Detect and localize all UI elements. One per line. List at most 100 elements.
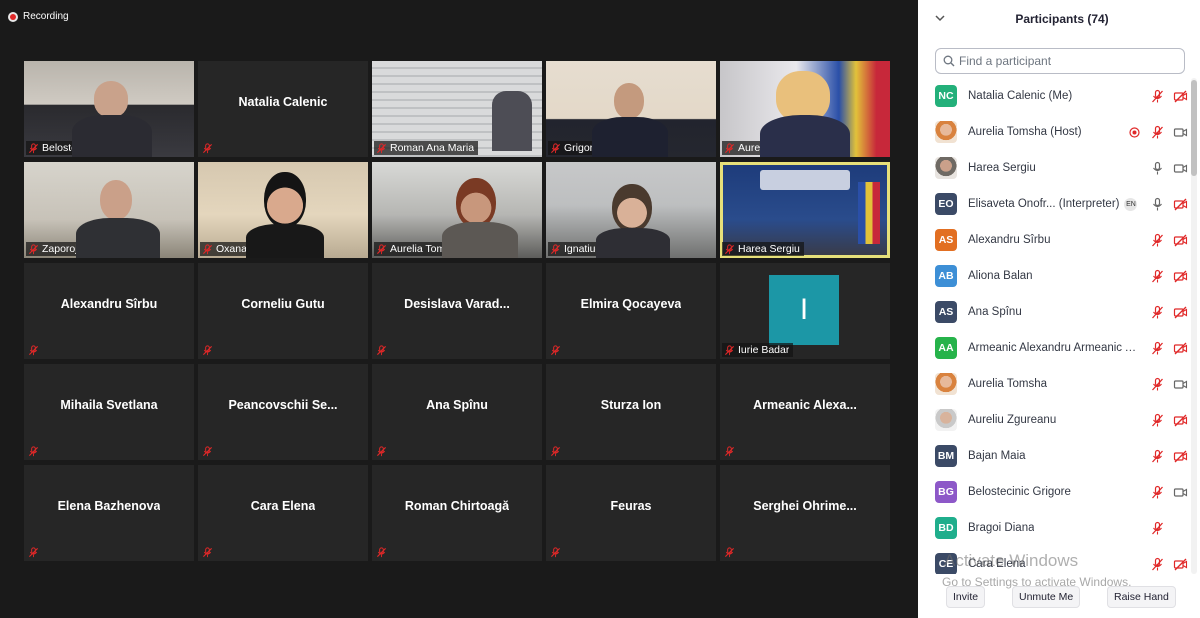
participant-row[interactable]: NC Natalia Calenic (Me)	[918, 78, 1188, 114]
participant-row[interactable]: EO Elisaveta Onofr... (Interpreter) EN	[918, 186, 1188, 222]
video-tile[interactable]: Sturza Ion	[546, 364, 716, 460]
recording-indicator[interactable]: Recording	[8, 11, 69, 22]
video-tile[interactable]: Elmira Qocayeva	[546, 263, 716, 359]
mic-muted-icon[interactable]	[1150, 269, 1165, 284]
video-tile[interactable]: Roman Ana Maria	[372, 61, 542, 157]
mic-muted-icon[interactable]	[1150, 305, 1165, 320]
mic-muted-icon[interactable]	[1150, 89, 1165, 104]
chevron-down-icon[interactable]	[934, 12, 946, 24]
scrollbar[interactable]	[1191, 78, 1197, 574]
video-off-icon[interactable]	[1173, 197, 1188, 212]
participant-row[interactable]: Aurelia Tomsha	[918, 366, 1188, 402]
video-off-icon[interactable]	[1173, 233, 1188, 248]
mic-muted-icon[interactable]	[1150, 449, 1165, 464]
mic-icon[interactable]	[1150, 197, 1165, 212]
tile-name: Roman Ana Maria	[390, 142, 475, 154]
participant-search[interactable]	[935, 48, 1185, 74]
participant-row[interactable]: Harea Sergiu	[918, 150, 1188, 186]
mic-muted-icon[interactable]	[1150, 125, 1165, 140]
video-off-icon[interactable]	[1173, 557, 1188, 572]
video-icon[interactable]	[1173, 125, 1188, 140]
mic-icon[interactable]	[1150, 161, 1165, 176]
participant-row[interactable]: BM Bajan Maia	[918, 438, 1188, 474]
participant-status-icons	[1127, 114, 1188, 150]
mic-muted-icon[interactable]	[1150, 557, 1165, 572]
video-off-icon[interactable]	[1173, 269, 1188, 284]
tile-participant-name: Feuras	[610, 499, 652, 513]
mic-muted-icon[interactable]	[1150, 377, 1165, 392]
avatar	[935, 373, 957, 395]
participant-row[interactable]: AA Armeanic Alexandru Armeanic A...	[918, 330, 1188, 366]
tile-label: Harea Sergiu	[722, 242, 804, 256]
mic-muted-icon[interactable]	[1150, 485, 1165, 500]
participant-row[interactable]: BD Bragoi Diana	[918, 510, 1188, 546]
tile-name: Belostecinic Grig...	[42, 142, 130, 154]
participant-row[interactable]: AS Alexandru Sîrbu	[918, 222, 1188, 258]
video-tile[interactable]: Armeanic Alexa...	[720, 364, 890, 460]
video-tile[interactable]: Serghei Ohrime...	[720, 465, 890, 561]
video-tile[interactable]: Elena Bazhenova	[24, 465, 194, 561]
video-tile[interactable]: Roman Chirtoagă	[372, 465, 542, 561]
video-tile[interactable]: Ignatiuc Diana	[546, 162, 716, 258]
video-icon[interactable]	[1173, 377, 1188, 392]
panel-title: Participants (74)	[1015, 12, 1109, 26]
invite-button[interactable]: Invite	[946, 586, 986, 608]
video-gallery: Belostecinic Grig... Natalia Calenic Roman…	[24, 61, 894, 561]
search-input[interactable]	[959, 54, 1179, 68]
tile-name: Ignatiuc Diana	[564, 243, 632, 255]
video-tile[interactable]: Alexandru Sîrbu	[24, 263, 194, 359]
tile-label: Belostecinic Grig...	[26, 141, 134, 155]
video-icon[interactable]	[1173, 485, 1188, 500]
video-tile[interactable]: Mihaila Svetlana	[24, 364, 194, 460]
video-tile[interactable]: Zaporojan Veace...	[24, 162, 194, 258]
mic-muted-icon	[202, 546, 213, 557]
avatar: EO	[935, 193, 957, 215]
avatar: AS	[935, 301, 957, 323]
video-off-icon[interactable]	[1173, 449, 1188, 464]
video-tile[interactable]: Grigore Ioan Pir...	[546, 61, 716, 157]
participant-name: Ana Spînu	[968, 306, 1022, 318]
participant-row[interactable]: Aureliu Zgureanu	[918, 402, 1188, 438]
language-badge: EN	[1124, 197, 1138, 211]
mic-muted-icon[interactable]	[1150, 341, 1165, 356]
video-tile[interactable]: I Iurie Badar	[720, 263, 890, 359]
video-tile[interactable]: Belostecinic Grig...	[24, 61, 194, 157]
record-icon	[1129, 126, 1140, 138]
video-icon[interactable]	[1173, 161, 1188, 176]
video-tile[interactable]: Feuras	[546, 465, 716, 561]
video-tile[interactable]: Aurelia Tomsha	[720, 61, 890, 157]
tile-label: Grigore Ioan Pir...	[548, 141, 651, 155]
video-off-icon[interactable]	[1173, 341, 1188, 356]
video-off-icon[interactable]	[1173, 89, 1188, 104]
video-tile[interactable]: Corneliu Gutu	[198, 263, 368, 359]
unmute-me-button[interactable]: Unmute Me	[1012, 586, 1081, 608]
video-tile[interactable]: Natalia Calenic	[198, 61, 368, 157]
participant-name: Armeanic Alexandru Armeanic A...	[968, 342, 1140, 354]
mic-muted-icon[interactable]	[1150, 233, 1165, 248]
video-tile[interactable]: Oxana Barbaneagra	[198, 162, 368, 258]
video-off-icon[interactable]	[1173, 413, 1188, 428]
scrollbar-thumb[interactable]	[1191, 80, 1197, 176]
mic-muted-icon	[550, 243, 561, 254]
participant-name: Harea Sergiu	[968, 162, 1036, 174]
mic-muted-icon[interactable]	[1150, 521, 1165, 536]
raise-hand-button[interactable]: Raise Hand	[1107, 586, 1176, 608]
video-tile[interactable]: Cara Elena	[198, 465, 368, 561]
mic-muted-icon	[28, 546, 39, 557]
mic-muted-icon[interactable]	[1150, 413, 1165, 428]
video-tile[interactable]: Aurelia Tomsha	[372, 162, 542, 258]
video-tile[interactable]: Ana Spînu	[372, 364, 542, 460]
participant-row[interactable]: Aurelia Tomsha (Host)	[918, 114, 1188, 150]
participant-row[interactable]: AB Aliona Balan	[918, 258, 1188, 294]
video-tile[interactable]: Peancovschii Se...	[198, 364, 368, 460]
participant-row[interactable]: AS Ana Spînu	[918, 294, 1188, 330]
participant-status-icons	[1150, 330, 1188, 366]
tile-label	[200, 343, 217, 357]
video-tile[interactable]: Harea Sergiu	[720, 162, 890, 258]
video-off-icon[interactable]	[1173, 305, 1188, 320]
avatar	[935, 121, 957, 143]
video-tile[interactable]: Desislava Varad...	[372, 263, 542, 359]
mic-muted-icon	[724, 344, 735, 355]
participant-row[interactable]: BG Belostecinic Grigore	[918, 474, 1188, 510]
mic-muted-icon	[724, 243, 735, 254]
